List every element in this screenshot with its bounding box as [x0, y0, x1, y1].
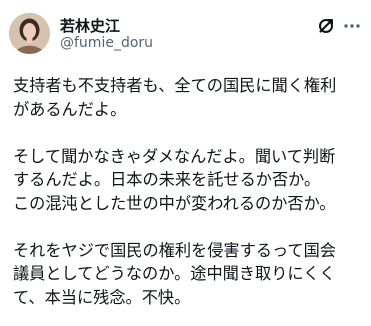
avatar[interactable]: [9, 13, 50, 54]
avatar-image: [9, 13, 50, 54]
author-handle[interactable]: @fumie_doru: [60, 35, 153, 51]
author-name[interactable]: 若林史江: [60, 15, 120, 36]
tweet-text: 支持者も不支持者も、全ての国民に聞く権利 があるんだよ。 そして聞かなきゃダメな…: [13, 76, 337, 307]
more-horizontal-icon[interactable]: [343, 17, 361, 35]
tweet: 若林史江 @fumie_doru 支持者も不支持者も、全ての国民に聞く権利 があ…: [0, 0, 371, 326]
grok-icon[interactable]: [317, 17, 335, 35]
tweet-header: 若林史江 @fumie_doru: [9, 12, 361, 56]
